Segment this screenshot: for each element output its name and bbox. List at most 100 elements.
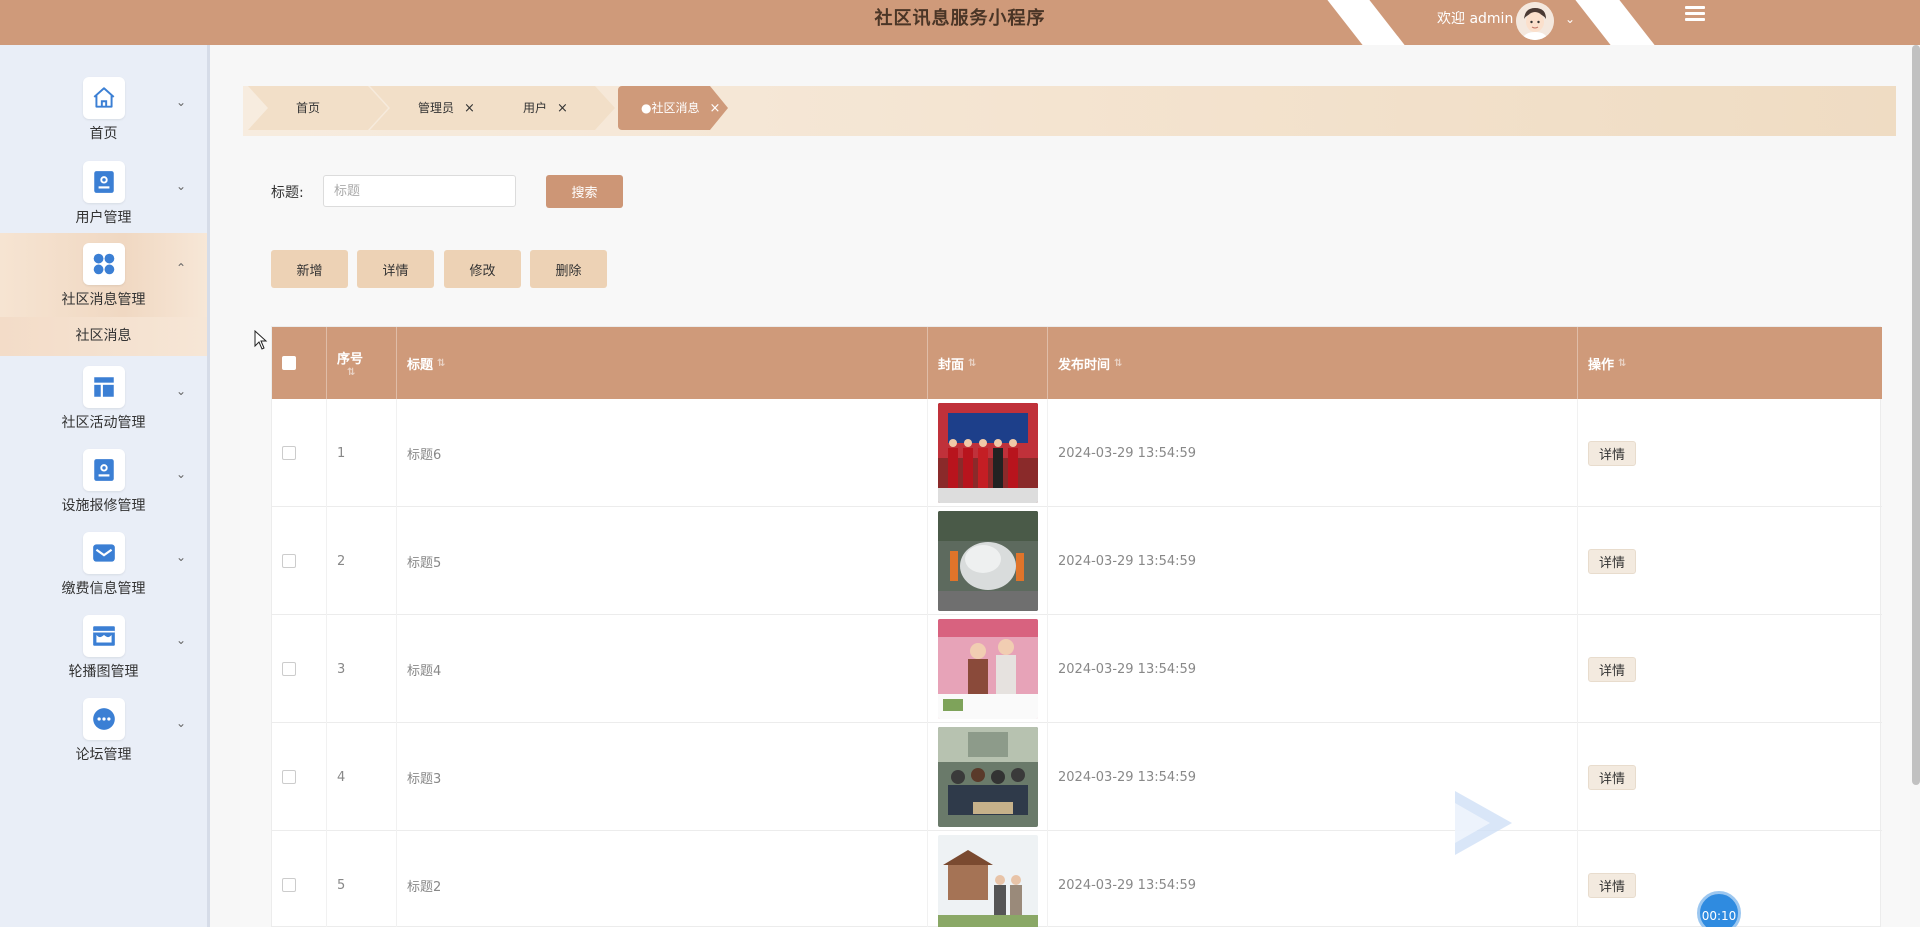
row-cover-cell bbox=[928, 615, 1048, 723]
detail-button[interactable]: 详情 bbox=[357, 250, 434, 288]
layout-icon bbox=[83, 366, 125, 408]
close-icon[interactable]: × bbox=[464, 101, 475, 116]
sidebar-item-payments[interactable]: 缴费信息管理 ⌄ bbox=[0, 522, 207, 606]
sort-icon[interactable]: ⇅ bbox=[968, 358, 976, 369]
sidebar-item-label: 缴费信息管理 bbox=[61, 581, 146, 597]
cover-image[interactable] bbox=[938, 619, 1038, 719]
row-title: 标题3 bbox=[397, 723, 928, 831]
tab-label: 用户 bbox=[523, 101, 548, 115]
top-header: 社区讯息服务小程序 欢迎 admin ⌄ bbox=[0, 0, 1920, 45]
row-checkbox[interactable] bbox=[282, 446, 296, 460]
row-detail-button[interactable]: 详情 bbox=[1588, 872, 1637, 898]
row-checkbox-cell bbox=[272, 507, 327, 615]
recording-timer[interactable]: 00:10 bbox=[1697, 891, 1741, 927]
row-checkbox-cell bbox=[272, 831, 327, 927]
sidebar-item-label: 首页 bbox=[89, 126, 118, 142]
chevron-up-icon: ⌃ bbox=[176, 261, 187, 275]
sidebar-item-activities[interactable]: 社区活动管理 ⌄ bbox=[0, 356, 207, 440]
row-checkbox[interactable] bbox=[282, 662, 296, 676]
chevron-down-icon: ⌄ bbox=[176, 179, 187, 193]
user-menu-chevron-icon[interactable]: ⌄ bbox=[1565, 12, 1575, 26]
row-time: 2024-03-29 13:54:59 bbox=[1048, 615, 1578, 723]
select-all-checkbox[interactable] bbox=[282, 356, 296, 370]
sidebar-item-home[interactable]: 首页 ⌄ bbox=[0, 67, 207, 151]
column-header-title[interactable]: 标题 ⇅ bbox=[397, 327, 928, 399]
row-cover-cell bbox=[928, 399, 1048, 507]
row-time: 2024-03-29 13:54:59 bbox=[1048, 399, 1578, 507]
sidebar-item-users[interactable]: 用户管理 ⌄ bbox=[0, 151, 207, 235]
row-detail-button[interactable]: 详情 bbox=[1588, 764, 1637, 790]
row-checkbox-cell bbox=[272, 723, 327, 831]
sort-icon[interactable]: ⇅ bbox=[347, 367, 355, 378]
row-actions-cell: 详情 bbox=[1578, 399, 1882, 507]
cover-image[interactable] bbox=[938, 835, 1038, 927]
title-search-input[interactable] bbox=[323, 175, 516, 207]
row-cover-cell bbox=[928, 507, 1048, 615]
chevron-down-icon: ⌄ bbox=[176, 95, 187, 109]
mail-icon bbox=[83, 532, 125, 574]
row-title: 标题2 bbox=[397, 831, 928, 927]
chevron-down-icon: ⌄ bbox=[176, 467, 187, 481]
close-icon[interactable]: × bbox=[709, 101, 720, 116]
row-title: 标题4 bbox=[397, 615, 928, 723]
column-header-actions: 操作 ⇅ bbox=[1578, 327, 1882, 399]
sort-icon[interactable]: ⇅ bbox=[437, 358, 445, 369]
column-header-cover[interactable]: 封面 ⇅ bbox=[928, 327, 1048, 399]
avatar-face-icon bbox=[1516, 2, 1554, 40]
sidebar-item-label: 社区消息管理 bbox=[61, 292, 146, 308]
row-index: 3 bbox=[327, 615, 397, 723]
tab-user[interactable]: 用户 × bbox=[475, 86, 615, 130]
sidebar-item-label: 社区活动管理 bbox=[61, 415, 146, 431]
delete-button[interactable]: 删除 bbox=[530, 250, 607, 288]
user-avatar[interactable] bbox=[1516, 2, 1554, 40]
edit-button[interactable]: 修改 bbox=[444, 250, 521, 288]
tab-home[interactable]: 首页 bbox=[248, 86, 388, 130]
row-detail-button[interactable]: 详情 bbox=[1588, 656, 1637, 682]
row-cover-cell bbox=[928, 723, 1048, 831]
app-title: 社区讯息服务小程序 bbox=[874, 8, 1046, 29]
sidebar-item-community-news[interactable]: 社区消息管理 ⌃ bbox=[0, 233, 207, 317]
add-button[interactable]: 新增 bbox=[271, 250, 348, 288]
column-header-label: 封面 bbox=[938, 357, 965, 373]
close-icon[interactable]: × bbox=[557, 101, 568, 116]
row-index: 1 bbox=[327, 399, 397, 507]
welcome-text: 欢迎 admin bbox=[1437, 11, 1514, 27]
column-header-time[interactable]: 发布时间 ⇅ bbox=[1048, 327, 1578, 399]
tab-label: 首页 bbox=[296, 101, 321, 115]
row-checkbox[interactable] bbox=[282, 770, 296, 784]
table-row: 4 标题3 2024-03-29 13:54:59 详情 bbox=[272, 723, 1882, 831]
row-detail-button[interactable]: 详情 bbox=[1588, 440, 1637, 466]
sort-icon[interactable]: ⇅ bbox=[1114, 358, 1122, 369]
sidebar-item-label: 轮播图管理 bbox=[68, 664, 139, 680]
row-title: 标题6 bbox=[397, 399, 928, 507]
sidebar-item-repairs[interactable]: 设施报修管理 ⌄ bbox=[0, 439, 207, 523]
row-checkbox[interactable] bbox=[282, 554, 296, 568]
row-checkbox[interactable] bbox=[282, 878, 296, 892]
select-all-cell bbox=[272, 327, 327, 399]
column-header-label: 序号 bbox=[337, 352, 364, 367]
table-row: 5 标题2 2024-03-29 13:54:59 详情 bbox=[272, 831, 1882, 927]
grid-icon bbox=[83, 243, 125, 285]
tab-community-news[interactable]: ●社区消息 × bbox=[618, 86, 748, 130]
sidebar-item-label: 用户管理 bbox=[75, 210, 132, 226]
chevron-down-icon: ⌄ bbox=[176, 633, 187, 647]
cover-image[interactable] bbox=[938, 727, 1038, 827]
sidebar-item-label: 论坛管理 bbox=[75, 747, 132, 763]
collapse-menu-icon[interactable] bbox=[1685, 6, 1705, 26]
row-detail-button[interactable]: 详情 bbox=[1588, 548, 1637, 574]
row-checkbox-cell bbox=[272, 615, 327, 723]
sidebar-item-carousel[interactable]: 轮播图管理 ⌄ bbox=[0, 605, 207, 689]
sidebar: 首页 ⌄ 用户管理 ⌄ 社区消息管理 ⌃ 社区消息 社区活动管理 ⌄ 设施报修管… bbox=[0, 45, 210, 927]
sidebar-item-forum[interactable]: 论坛管理 ⌄ bbox=[0, 688, 207, 772]
column-header-index[interactable]: 序号 ⇅ bbox=[327, 327, 397, 399]
news-table: 序号 ⇅ 标题 ⇅ 封面 ⇅ 发布时间 ⇅ 操作 ⇅ 1 标题6 2024-03-2 bbox=[271, 326, 1882, 927]
cover-image[interactable] bbox=[938, 511, 1038, 611]
row-index: 2 bbox=[327, 507, 397, 615]
search-button[interactable]: 搜索 bbox=[546, 175, 623, 208]
sort-icon[interactable]: ⇅ bbox=[1618, 358, 1626, 369]
sidebar-subitem-community-news[interactable]: 社区消息 bbox=[0, 317, 207, 356]
page-scrollbar[interactable] bbox=[1912, 45, 1920, 785]
mouse-cursor-icon bbox=[254, 330, 268, 350]
cover-image[interactable] bbox=[938, 403, 1038, 503]
sidebar-item-label: 设施报修管理 bbox=[61, 498, 146, 514]
